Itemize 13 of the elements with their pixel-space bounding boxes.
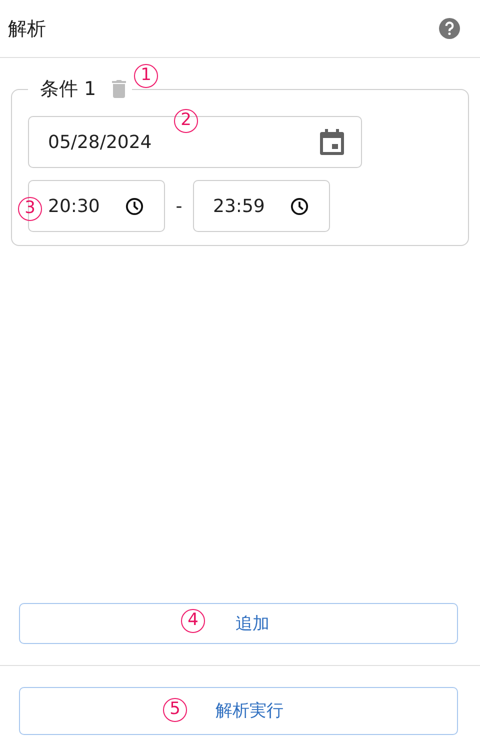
panel-title: 解析 xyxy=(8,16,46,42)
calendar-icon[interactable] xyxy=(320,129,344,155)
clock-icon[interactable] xyxy=(290,196,309,216)
help-icon[interactable] xyxy=(439,18,460,39)
callout-number: 2 xyxy=(174,109,198,133)
condition-title: 条件 1 xyxy=(40,77,96,102)
callout-number: 1 xyxy=(134,64,158,88)
callout-number: 3 xyxy=(18,197,42,221)
end-time-field[interactable]: 23:59 xyxy=(193,180,330,232)
callout-number: 5 xyxy=(163,698,187,722)
range-separator: - xyxy=(174,196,184,216)
callout-number: 4 xyxy=(181,609,205,633)
clock-icon[interactable] xyxy=(125,196,144,216)
